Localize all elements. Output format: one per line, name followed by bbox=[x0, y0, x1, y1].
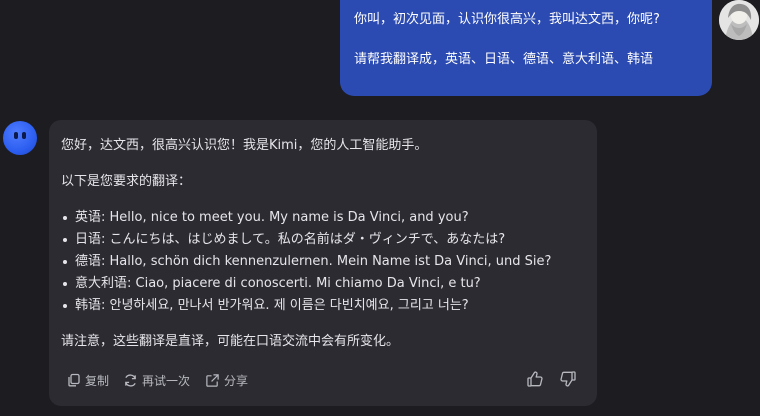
thumbs-up-icon bbox=[527, 371, 543, 387]
assistant-intro: 以下是您要求的翻译： bbox=[61, 174, 192, 189]
assistant-message-bubble: 您好，达文西，很高兴认识您！我是Kimi，您的人工智能助手。 以下是您要求的翻译… bbox=[49, 120, 597, 406]
user-message-line: 你叫，初次见面，认识你很高兴，我叫达文西，你呢? bbox=[354, 12, 660, 27]
share-button[interactable]: 分享 bbox=[205, 370, 248, 390]
copy-label: 复制 bbox=[85, 373, 110, 388]
translation-item-japanese: 日语: こんにちは、はじめまして。私の名前はダ・ヴィンチで、あなたは? bbox=[61, 229, 551, 251]
retry-button[interactable]: 再试一次 bbox=[123, 370, 190, 390]
chat-page: 你叫，初次见面，认识你很高兴，我叫达文西，你呢? 请帮我翻译成，英语、日语、德语… bbox=[0, 0, 760, 416]
copy-icon bbox=[68, 373, 80, 387]
assistant-greeting: 您好，达文西，很高兴认识您！我是Kimi，您的人工智能助手。 bbox=[61, 138, 428, 153]
thumbs-up-button[interactable] bbox=[526, 370, 546, 390]
assistant-note: 请注意，这些翻译是直译，可能在口语交流中会有所变化。 bbox=[61, 334, 400, 349]
copy-button[interactable]: 复制 bbox=[67, 370, 109, 390]
user-message-line: 请帮我翻译成，英语、日语、德语、意大利语、韩语 bbox=[354, 52, 654, 67]
refresh-icon bbox=[125, 373, 136, 387]
user-message-bubble: 你叫，初次见面，认识你很高兴，我叫达文西，你呢? 请帮我翻译成，英语、日语、德语… bbox=[340, 0, 712, 96]
translation-item-korean: 韩语: 안녕하세요, 만나서 반가워요. 제 이름은 다빈치예요, 그리고 너는… bbox=[61, 295, 551, 317]
thumbs-down-icon bbox=[560, 371, 576, 387]
retry-label: 再试一次 bbox=[142, 373, 191, 388]
share-label: 分享 bbox=[224, 373, 249, 388]
translation-item-german: 德语: Hallo, schön dich kennenzulernen. Me… bbox=[61, 251, 551, 273]
translation-item-italian: 意大利语: Ciao, piacere di conoscerti. Mi ch… bbox=[61, 273, 551, 295]
translation-item-english: 英语: Hello, nice to meet you. My name is … bbox=[61, 207, 551, 229]
assistant-avatar bbox=[3, 121, 37, 155]
avatar-eye-icon bbox=[14, 132, 18, 139]
user-avatar-image bbox=[719, 0, 759, 40]
thumbs-down-button[interactable] bbox=[559, 370, 579, 390]
translation-list: 英语: Hello, nice to meet you. My name is … bbox=[61, 207, 551, 317]
share-icon bbox=[206, 373, 219, 387]
avatar-eye-icon bbox=[22, 132, 26, 139]
user-avatar[interactable] bbox=[719, 0, 759, 40]
